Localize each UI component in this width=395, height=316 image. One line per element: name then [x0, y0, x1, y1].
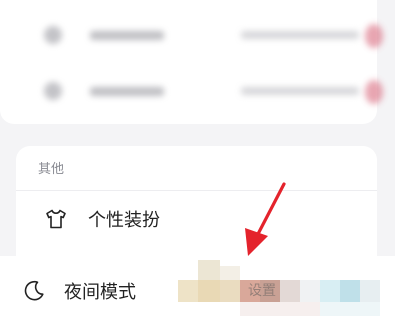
blurred-row-icon: [44, 26, 62, 44]
menu-item-label: 夜间模式: [64, 282, 136, 303]
moon-icon: [22, 279, 46, 303]
blurred-row-title: [90, 87, 164, 96]
blurred-row-icon: [44, 82, 62, 100]
pixelated-redaction: 设置: [178, 258, 383, 316]
blurred-row-badge: [365, 24, 383, 48]
blurred-settings-row[interactable]: [0, 72, 383, 112]
blurred-row-value: [241, 31, 359, 39]
tshirt-icon: [44, 207, 68, 231]
menu-item-night-mode[interactable]: 夜间模式: [22, 276, 136, 306]
blurred-settings-row[interactable]: [0, 16, 383, 56]
red-arrow-annotation: [245, 182, 286, 256]
partial-setting-text: 设置: [248, 283, 276, 299]
blurred-row-title: [90, 31, 164, 40]
blurred-row-value: [241, 87, 359, 95]
menu-item-personal-dress-up[interactable]: 个性装扮: [44, 204, 160, 234]
section-header-other: 其他: [38, 162, 65, 177]
blurred-row-badge: [365, 80, 383, 104]
section-divider: [16, 190, 377, 191]
blurred-settings-card: [0, 0, 383, 124]
menu-item-label: 个性装扮: [88, 210, 160, 231]
